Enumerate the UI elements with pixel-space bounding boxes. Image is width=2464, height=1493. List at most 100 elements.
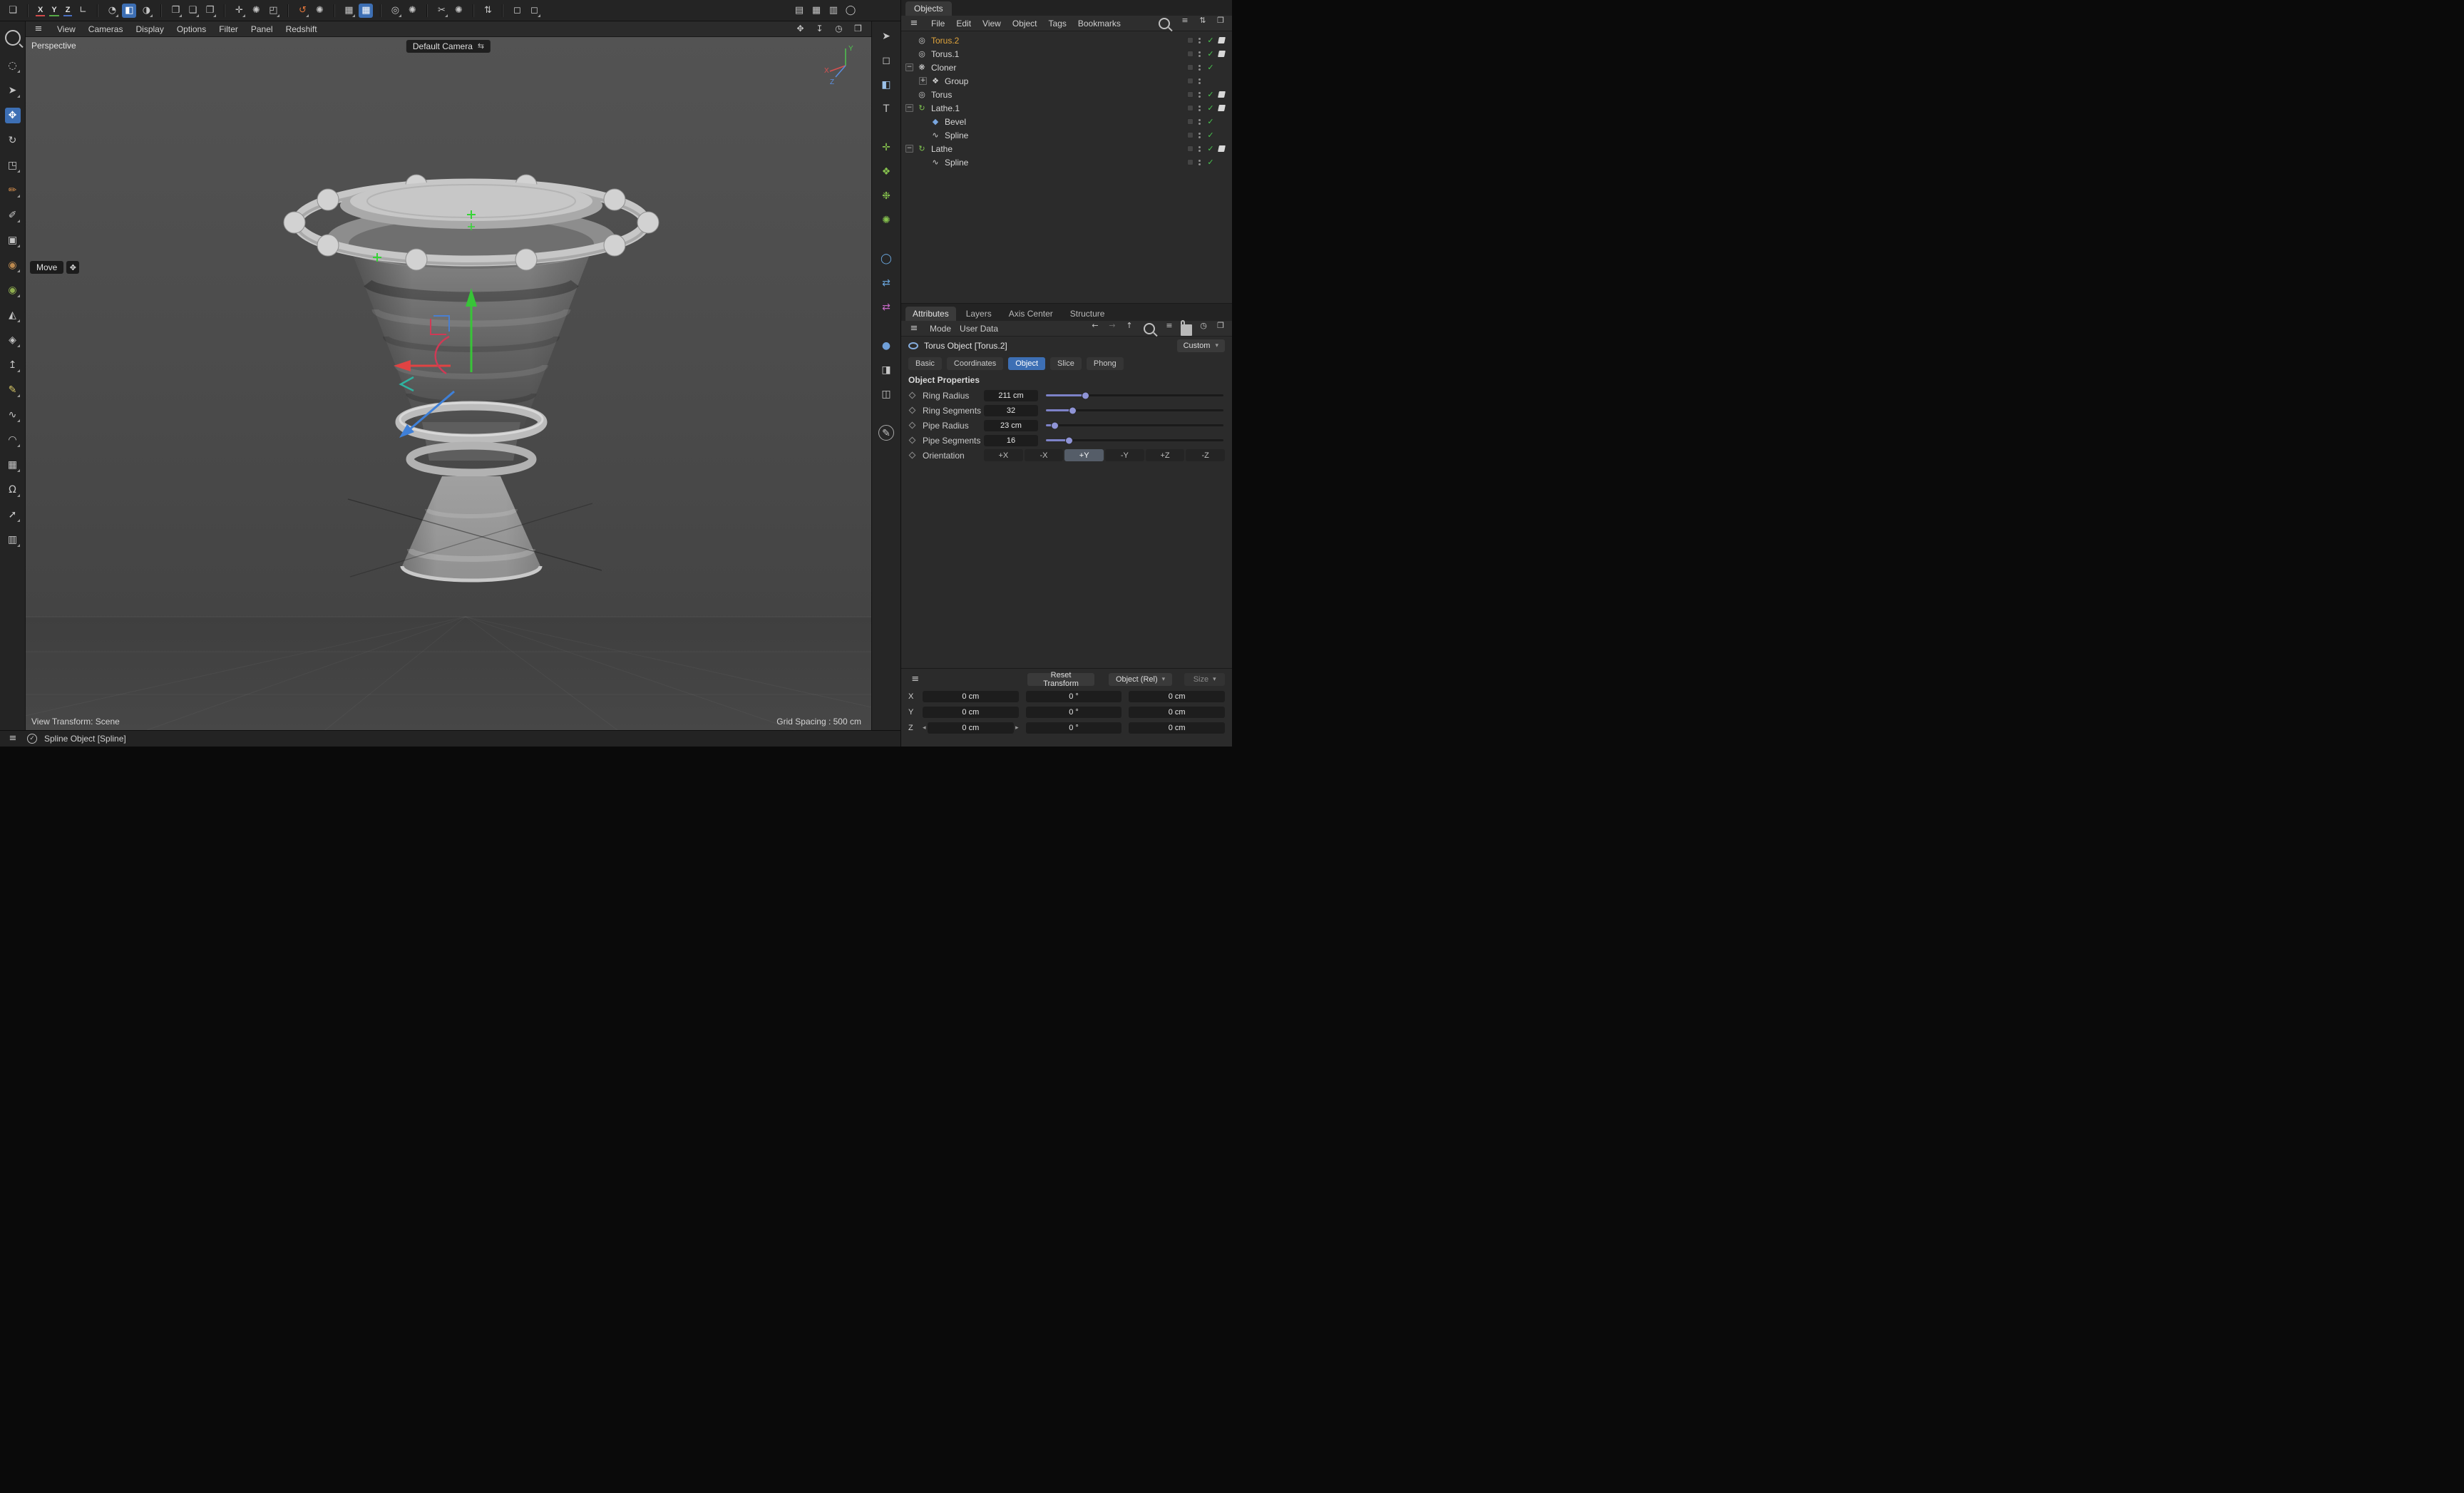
render-settings-icon[interactable]: ◻ [527,4,541,18]
move-tool[interactable]: ✥ [5,108,21,123]
om-filter-icon[interactable]: ≡ [1179,15,1191,26]
layout-render-icon[interactable]: ▥ [826,4,841,18]
attr-menu-icon[interactable]: ≡ [907,322,921,336]
magnet-tool[interactable]: Ω [5,482,21,498]
om-menu-view[interactable]: View [982,19,1001,29]
objects-panel-tab[interactable]: Objects [905,1,952,16]
arc-tool[interactable]: ◠ [5,432,21,448]
mode-label[interactable]: Mode [930,324,951,334]
orientation-minus-x[interactable]: -X [1025,449,1064,461]
grid-array-tool[interactable]: ▦ [5,457,21,473]
landscape-tool[interactable]: ◭ [5,307,21,323]
array-tool[interactable]: ▥ [5,532,21,548]
layer-chip[interactable] [1187,91,1194,98]
volume-settings-icon[interactable]: ✺ [451,4,466,18]
reset-transform-button[interactable]: Reset Transform [1027,673,1094,686]
spline-tool[interactable]: ∿ [5,407,21,423]
status-menu-icon[interactable]: ≡ [6,732,20,746]
visibility-dots[interactable] [1198,106,1201,111]
om-menu-file[interactable]: File [931,19,945,29]
enable-toggle[interactable]: ✓ [1206,36,1216,45]
expander-icon[interactable]: − [905,63,913,71]
circle-constraint-icon[interactable]: ◯ [878,251,894,267]
tree-item-spline[interactable]: ∿Spline✓ [901,155,1232,169]
sphere-green-tool[interactable]: ◉ [5,282,21,298]
tab-layers[interactable]: Layers [959,307,999,321]
snap-cursor-icon[interactable]: ➤ [878,29,894,44]
pen-tool[interactable]: ✎ [5,382,21,398]
tab-object[interactable]: Object [1008,357,1045,370]
property-slider[interactable] [1046,409,1223,411]
property-slider[interactable] [1046,424,1223,426]
om-menu-object[interactable]: Object [1012,19,1037,29]
camera-switch-icon[interactable]: ⇆ [478,41,484,51]
layer-chip[interactable] [1187,118,1194,125]
viewport-menu-view[interactable]: View [57,24,76,34]
orientation-plusminus-z[interactable]: +Z [1146,449,1185,461]
character-icon[interactable]: ✛ [232,4,246,18]
frame-select-icon[interactable]: ◻ [878,53,894,68]
zoom-tool[interactable] [5,30,21,46]
swap-layout-icon[interactable]: ⇅ [481,4,495,18]
attr-filter-icon[interactable]: ≡ [1164,320,1175,332]
layer-chip[interactable] [1187,145,1194,152]
mirror-blue-icon[interactable]: ⇄ [878,275,894,291]
launch-tool[interactable]: ➚ [5,507,21,523]
green-gear-icon[interactable]: ✺ [878,212,894,228]
expander-icon[interactable]: − [905,145,913,153]
property-diamond-icon[interactable] [909,407,916,414]
lock-y-axis-button[interactable]: Y [49,5,58,16]
render-view-icon[interactable]: ◻ [510,4,524,18]
tree-item-bevel[interactable]: ◆Bevel✓ [901,115,1232,128]
enable-toggle[interactable]: ✓ [1206,117,1216,126]
cube-display-icon[interactable]: ◧ [878,77,894,93]
tab-attributes[interactable]: Attributes [905,307,956,321]
property-input[interactable]: 23 cm [984,420,1038,431]
visibility-dots[interactable] [1198,78,1201,84]
layer-chip[interactable] [1187,51,1194,57]
layer-chip[interactable] [1187,78,1194,84]
visibility-dots[interactable] [1198,146,1201,152]
viewport-menu-panel[interactable]: Panel [251,24,273,34]
viewport-menu-options[interactable]: Options [177,24,206,34]
camera-selector[interactable]: Default Camera ⇆ [406,40,491,53]
om-menu-bookmarks[interactable]: Bookmarks [1078,19,1121,29]
enable-toggle[interactable]: ✓ [1206,103,1216,113]
property-diamond-icon[interactable] [909,422,916,429]
plane-tool[interactable]: ▣ [5,232,21,248]
layer-chip[interactable] [1187,159,1194,165]
coord-input[interactable]: 0 cm [923,707,1019,718]
user-data-label[interactable]: User Data [960,324,998,334]
tab-coordinates[interactable]: Coordinates [947,357,1003,370]
scale-tool[interactable]: ◳ [5,158,21,173]
visibility-dots[interactable] [1198,51,1201,57]
layer-chip[interactable] [1187,105,1194,111]
orientation-minus-y[interactable]: -Y [1105,449,1144,461]
extrude-tool[interactable]: ↥ [5,357,21,373]
attr-forward-icon[interactable]: → [1107,320,1118,332]
enable-toggle[interactable]: ✓ [1206,63,1216,72]
tree-item-torus[interactable]: ◎Torus✓ [901,88,1232,101]
coord-input[interactable]: 0 ° [1026,707,1122,718]
maximize-view-icon[interactable]: ❒ [852,23,864,35]
enable-toggle[interactable]: ✓ [1206,158,1216,167]
viewport-menu-icon[interactable]: ≡ [31,22,46,36]
tree-item-torus-2[interactable]: ◎Torus.2✓ [901,34,1232,47]
model-mode-icon[interactable]: ◧ [122,4,136,18]
tab-basic[interactable]: Basic [908,357,942,370]
layer-chip[interactable] [1187,64,1194,71]
visibility-dots[interactable] [1198,133,1201,138]
visibility-dots[interactable] [1198,38,1201,43]
viewport-menu-cameras[interactable]: Cameras [88,24,123,34]
om-menu-edit[interactable]: Edit [956,19,971,29]
coord-input[interactable]: 0 cm [1129,691,1225,702]
field-icon[interactable]: ◰ [266,4,280,18]
om-menu-tags[interactable]: Tags [1049,19,1067,29]
axis-orientation-gizmo[interactable]: Y X Z [824,41,864,87]
mirror-purple-icon[interactable]: ⇄ [878,299,894,315]
coordinate-system-icon[interactable]: ∟ [76,4,90,18]
lock-x-axis-button[interactable]: X [36,5,45,16]
attr-search-icon[interactable] [1144,323,1155,334]
property-diamond-icon[interactable] [909,392,916,399]
mograph-icon[interactable]: ◎ [388,4,402,18]
